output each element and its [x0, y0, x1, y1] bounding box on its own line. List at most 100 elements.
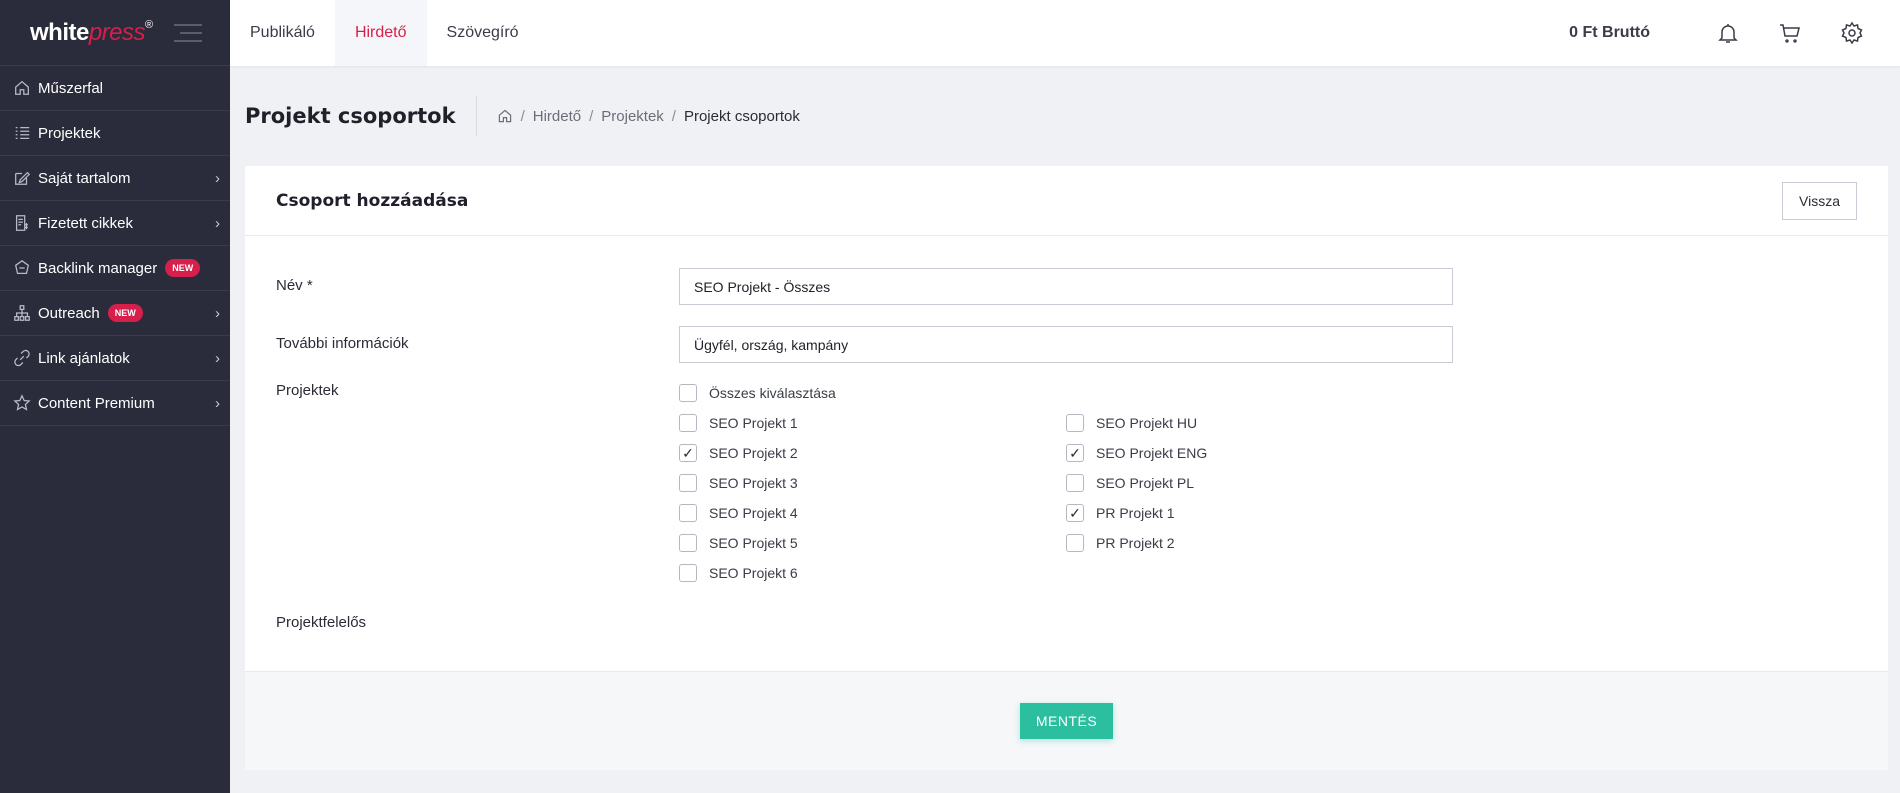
- name-label: Név *: [276, 277, 313, 294]
- logo-reg-mark: ®: [145, 18, 153, 31]
- projects-label: Projektek: [276, 382, 339, 399]
- checkbox-label: Összes kiválasztása: [709, 385, 836, 401]
- checkbox-box: ✓: [679, 534, 697, 552]
- info-label: További információk: [276, 335, 409, 352]
- add-group-card: Csoport hozzáadása Vissza Név * További …: [245, 166, 1888, 770]
- home-icon: [12, 78, 32, 98]
- checkbox-box: ✓: [1066, 444, 1084, 462]
- home-icon[interactable]: [497, 105, 513, 128]
- checkbox-box: ✓: [679, 504, 697, 522]
- page-header: Projekt csoportok / Hirdető / Projektek …: [245, 96, 800, 136]
- top-bar: Publikáló Hirdető Szövegíró 0 Ft Bruttó: [230, 0, 1900, 66]
- card-header: Csoport hozzáadása Vissza: [245, 166, 1888, 236]
- breadcrumb-hirdeto[interactable]: Hirdető: [533, 108, 581, 125]
- project-checkbox[interactable]: ✓ SEO Projekt 1: [679, 414, 798, 432]
- edit-icon: [12, 168, 32, 188]
- checkbox-label: SEO Projekt 1: [709, 415, 798, 431]
- sidebar-item-link-ajanlatok[interactable]: Link ajánlatok ›: [0, 336, 230, 381]
- whitepress-logo[interactable]: whitepress®: [30, 19, 153, 47]
- breadcrumb: / Hirdető / Projektek / Projekt csoporto…: [477, 105, 800, 128]
- top-right-actions: 0 Ft Bruttó: [1569, 0, 1900, 66]
- checkbox-label: PR Projekt 1: [1096, 505, 1175, 521]
- name-input[interactable]: [679, 268, 1453, 305]
- sidebar-item-backlink-manager[interactable]: Backlink manager NEW: [0, 246, 230, 291]
- checkbox-label: SEO Projekt HU: [1096, 415, 1198, 431]
- bell-icon[interactable]: [1714, 19, 1742, 47]
- project-checkbox[interactable]: ✓ SEO Projekt HU: [1066, 414, 1197, 432]
- checkbox-label: SEO Projekt ENG: [1096, 445, 1208, 461]
- owner-label: Projektfelelős: [276, 614, 367, 631]
- checkbox-box: ✓: [679, 384, 697, 402]
- sidebar-item-label: Fizetett cikkek: [38, 214, 134, 232]
- checkbox-box: ✓: [679, 564, 697, 582]
- project-checkbox[interactable]: ✓ SEO Projekt PL: [1066, 474, 1194, 492]
- gear-icon[interactable]: [1838, 19, 1866, 47]
- project-checkbox[interactable]: ✓ SEO Projekt 5: [679, 534, 798, 552]
- back-button[interactable]: Vissza: [1782, 181, 1857, 220]
- project-checkbox[interactable]: ✓ SEO Projekt 4: [679, 504, 798, 522]
- sidebar-item-label: Saját tartalom: [38, 169, 131, 187]
- card-title: Csoport hozzáadása: [276, 190, 469, 211]
- project-checkbox[interactable]: ✓ PR Projekt 2: [1066, 534, 1175, 552]
- balance-display[interactable]: 0 Ft Bruttó: [1569, 24, 1650, 42]
- tab-szovegiro[interactable]: Szövegíró: [427, 0, 539, 66]
- tab-hirdeto[interactable]: Hirdető: [334, 0, 427, 66]
- project-checkbox[interactable]: ✓ SEO Projekt 6: [679, 564, 798, 582]
- logo-text-white: white: [30, 18, 89, 46]
- project-checkbox[interactable]: ✓ PR Projekt 1: [1066, 504, 1175, 522]
- sidebar-item-label: Outreach: [38, 304, 100, 322]
- sidebar-item-label: Content Premium: [38, 394, 155, 412]
- chevron-right-icon: ›: [215, 304, 220, 322]
- info-input[interactable]: [679, 326, 1453, 363]
- check-icon: ✓: [1069, 505, 1081, 521]
- check-icon: ✓: [1069, 445, 1081, 461]
- sidebar-item-projektek[interactable]: Projektek: [0, 111, 230, 156]
- tab-publikalo[interactable]: Publikáló: [230, 0, 335, 66]
- checkbox-box: ✓: [679, 474, 697, 492]
- logo-text-press: press: [88, 18, 146, 46]
- check-icon: ✓: [682, 445, 694, 461]
- page-title: Projekt csoportok: [245, 96, 477, 136]
- sidebar-item-outreach[interactable]: Outreach NEW ›: [0, 291, 230, 336]
- project-checkbox[interactable]: ✓ SEO Projekt 2: [679, 444, 798, 462]
- project-checkbox[interactable]: ✓ SEO Projekt 3: [679, 474, 798, 492]
- checkbox-label: SEO Projekt 3: [709, 475, 798, 491]
- sidebar-item-label: Link ajánlatok: [38, 349, 130, 367]
- sidebar-item-label: Projektek: [38, 124, 101, 142]
- breadcrumb-projektek[interactable]: Projektek: [601, 108, 664, 125]
- new-badge: NEW: [107, 304, 143, 322]
- sidebar-item-muszerfal[interactable]: Műszerfal: [0, 66, 230, 111]
- cart-icon[interactable]: [1776, 19, 1804, 47]
- projects-row: Projektek: [276, 382, 339, 399]
- chevron-right-icon: ›: [215, 349, 220, 367]
- sidebar-item-content-premium[interactable]: Content Premium ›: [0, 381, 230, 426]
- star-icon: [12, 393, 32, 413]
- checkbox-label: SEO Projekt 4: [709, 505, 798, 521]
- chevron-right-icon: ›: [215, 394, 220, 412]
- new-badge: NEW: [165, 259, 201, 277]
- sidebar-item-sajat-tartalom[interactable]: Saját tartalom ›: [0, 156, 230, 201]
- checkbox-label: SEO Projekt 6: [709, 565, 798, 581]
- chevron-right-icon: ›: [215, 169, 220, 187]
- chevron-right-icon: ›: [215, 214, 220, 232]
- checkbox-label: SEO Projekt 5: [709, 535, 798, 551]
- name-row: Név *: [276, 277, 313, 294]
- breadcrumb-current: Projekt csoportok: [683, 107, 800, 125]
- owner-row: Projektfelelős: [276, 614, 366, 631]
- sidebar: whitepress® Műszerfal Projektek Saját ta…: [0, 0, 230, 793]
- checkbox-label: PR Projekt 2: [1096, 535, 1175, 551]
- outreach-icon: [12, 303, 32, 323]
- sidebar-item-fizetett-cikkek[interactable]: Fizetett cikkek ›: [0, 201, 230, 246]
- project-checkbox[interactable]: ✓ SEO Projekt ENG: [1066, 444, 1207, 462]
- checkbox-box: ✓: [1066, 504, 1084, 522]
- info-row: További információk: [276, 335, 409, 352]
- checkbox-label: SEO Projekt 2: [709, 445, 798, 461]
- checkbox-box: ✓: [1066, 414, 1084, 432]
- backlink-icon: [12, 258, 32, 278]
- menu-toggle-icon[interactable]: [174, 23, 202, 42]
- select-all-checkbox[interactable]: ✓ Összes kiválasztása: [679, 384, 836, 402]
- checkbox-box: ✓: [1066, 474, 1084, 492]
- checkbox-box: ✓: [679, 414, 697, 432]
- link-icon: [12, 348, 32, 368]
- save-button[interactable]: MENTÉS: [1019, 703, 1114, 739]
